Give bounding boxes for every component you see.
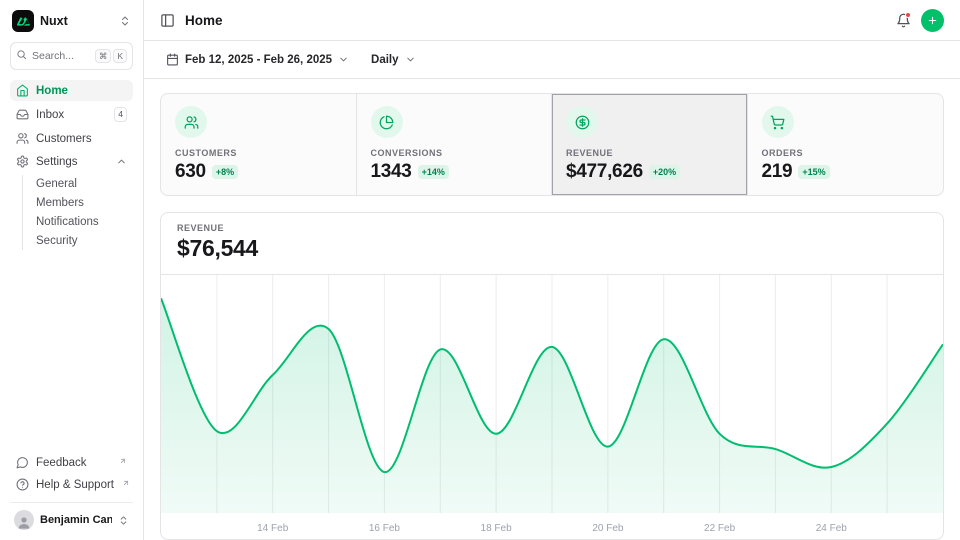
stat-label: REVENUE: [566, 148, 733, 158]
sidebar-item-label: Home: [36, 85, 127, 97]
stat-label: CUSTOMERS: [175, 148, 342, 158]
message-bubble-icon: [16, 456, 29, 469]
avatar: [14, 510, 34, 530]
sidebar-item-home[interactable]: Home: [10, 80, 133, 101]
stat-card-conversions[interactable]: CONVERSIONS 1343 +14%: [357, 94, 553, 195]
stat-card-revenue[interactable]: REVENUE $477,626 +20%: [552, 94, 748, 195]
external-link-icon: [122, 479, 130, 487]
chevrons-up-down-icon: [119, 15, 131, 27]
notifications-button[interactable]: [896, 13, 911, 28]
plus-icon: [927, 14, 938, 27]
kbd-cmd: ⌘: [95, 49, 112, 63]
feedback-link[interactable]: Feedback: [10, 452, 133, 473]
content: CUSTOMERS 630 +8% CONVERSIONS 1343 +14%: [144, 79, 960, 540]
stat-delta-badge: +14%: [418, 165, 449, 179]
notification-dot: [905, 12, 911, 18]
feedback-label: Feedback: [36, 457, 111, 469]
calendar-icon: [166, 53, 179, 66]
sidebar-item-notifications[interactable]: Notifications: [32, 213, 133, 231]
kbd-k: K: [113, 49, 127, 63]
help-support-label: Help & Support: [36, 479, 114, 491]
svg-text:20 Feb: 20 Feb: [592, 523, 624, 534]
revenue-panel-value: $76,544: [177, 235, 927, 262]
revenue-panel-header: REVENUE $76,544: [161, 213, 943, 275]
chart-pie-icon: [371, 106, 403, 138]
sidebar-item-inbox[interactable]: Inbox 4: [10, 103, 133, 126]
gear-icon: [16, 155, 29, 168]
stat-label: ORDERS: [762, 148, 930, 158]
search-kbd-shortcut: ⌘K: [95, 49, 127, 63]
chevron-down-icon: [405, 54, 416, 65]
svg-text:18 Feb: 18 Feb: [481, 523, 513, 534]
sidebar-item-label: Security: [36, 235, 129, 247]
stat-delta-badge: +8%: [212, 165, 238, 179]
stat-value: 630: [175, 161, 206, 183]
revenue-panel: REVENUE $76,544 14 Feb 16 Feb 18 Feb 20 Feb…: [160, 212, 944, 540]
settings-submenu: General Members Notifications Security: [22, 175, 133, 250]
sidebar-item-security[interactable]: Security: [32, 232, 133, 250]
sidebar-item-customers[interactable]: Customers: [10, 128, 133, 149]
sidebar-footer: Feedback Help & Support Benjamin Canac: [10, 452, 133, 534]
user-menu[interactable]: Benjamin Canac: [10, 502, 133, 534]
search-input[interactable]: Search... ⌘K: [10, 42, 133, 70]
stat-delta-badge: +20%: [649, 165, 680, 179]
sidebar-item-label: Customers: [36, 133, 127, 145]
stat-label: CONVERSIONS: [371, 148, 538, 158]
users-icon: [175, 106, 207, 138]
inbox-icon: [16, 108, 29, 121]
home-icon: [16, 84, 29, 97]
dollar-circle-icon: [566, 106, 598, 138]
sidebar-item-label: Notifications: [36, 216, 129, 228]
sidebar-item-general[interactable]: General: [32, 175, 133, 193]
user-name: Benjamin Canac: [40, 514, 112, 526]
inbox-count-badge: 4: [114, 107, 127, 122]
stat-card-orders[interactable]: ORDERS 219 +15%: [748, 94, 944, 195]
sidebar-item-members[interactable]: Members: [32, 194, 133, 212]
page-title: Home: [185, 13, 223, 28]
sidebar-item-settings[interactable]: Settings: [10, 151, 133, 172]
revenue-panel-label: REVENUE: [177, 223, 927, 233]
search-icon: [16, 47, 27, 65]
chevron-up-icon: [116, 156, 127, 167]
collapse-sidebar-button[interactable]: [160, 13, 175, 28]
help-circle-icon: [16, 478, 29, 491]
chevrons-up-down-icon: [118, 515, 129, 526]
search-placeholder: Search...: [32, 50, 90, 62]
app: Nuxt Search... ⌘K Home In: [0, 0, 960, 540]
main: Home Feb 12, 2025 - Feb 26, 2025: [144, 0, 960, 540]
chevron-down-icon: [338, 54, 349, 65]
period-select[interactable]: Daily: [365, 50, 422, 70]
sidebar-nav: Home Inbox 4 Customers Settings: [10, 80, 133, 250]
external-link-icon: [119, 457, 127, 465]
stat-value: 1343: [371, 161, 412, 183]
users-icon: [16, 132, 29, 145]
stat-card-customers[interactable]: CUSTOMERS 630 +8%: [161, 94, 357, 195]
stat-value: 219: [762, 161, 793, 183]
svg-text:14 Feb: 14 Feb: [257, 523, 289, 534]
svg-text:16 Feb: 16 Feb: [369, 523, 401, 534]
add-button[interactable]: [921, 9, 944, 32]
help-support-link[interactable]: Help & Support: [10, 474, 133, 495]
stats-cards: CUSTOMERS 630 +8% CONVERSIONS 1343 +14%: [160, 93, 944, 196]
stat-delta-badge: +15%: [798, 165, 829, 179]
revenue-area-chart: 14 Feb 16 Feb 18 Feb 20 Feb 22 Feb 24 Feb: [161, 275, 943, 539]
workspace-switcher[interactable]: Nuxt: [10, 10, 133, 42]
sidebar-item-label: Settings: [36, 156, 109, 168]
shopping-cart-icon: [762, 106, 794, 138]
stat-value: $477,626: [566, 161, 643, 183]
nuxt-logo: [12, 10, 34, 32]
sidebar-item-label: Members: [36, 197, 129, 209]
period-label: Daily: [371, 54, 399, 66]
sidebar: Nuxt Search... ⌘K Home In: [0, 0, 144, 540]
date-range-label: Feb 12, 2025 - Feb 26, 2025: [185, 54, 332, 66]
revenue-chart: 14 Feb 16 Feb 18 Feb 20 Feb 22 Feb 24 Feb: [161, 275, 943, 539]
sidebar-item-label: General: [36, 178, 129, 190]
page-header: Home: [144, 0, 960, 41]
svg-text:24 Feb: 24 Feb: [816, 523, 848, 534]
filters-toolbar: Feb 12, 2025 - Feb 26, 2025 Daily: [144, 41, 960, 79]
svg-text:22 Feb: 22 Feb: [704, 523, 736, 534]
sidebar-item-label: Inbox: [36, 109, 107, 121]
date-range-picker[interactable]: Feb 12, 2025 - Feb 26, 2025: [160, 49, 355, 70]
workspace-name: Nuxt: [40, 14, 113, 28]
